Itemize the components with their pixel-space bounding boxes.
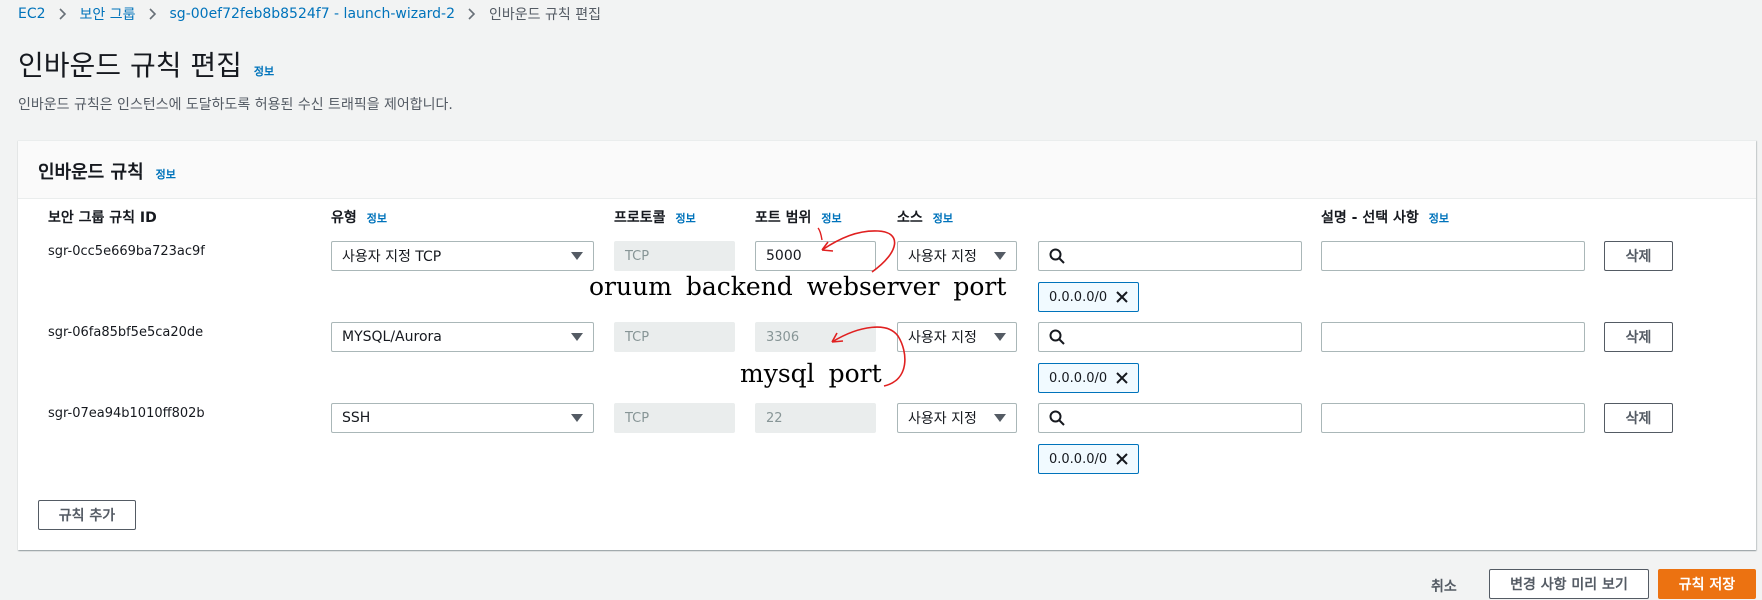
arrow-to-port-3306 [831,326,906,387]
save-rules-button[interactable]: 규칙 저장 [1658,569,1756,599]
annotation-arrows [817,227,906,387]
preview-changes-button[interactable]: 변경 사항 미리 보기 [1489,569,1649,599]
cancel-button[interactable]: 취소 [1431,576,1457,596]
arrow-to-port-5000 [821,230,896,273]
